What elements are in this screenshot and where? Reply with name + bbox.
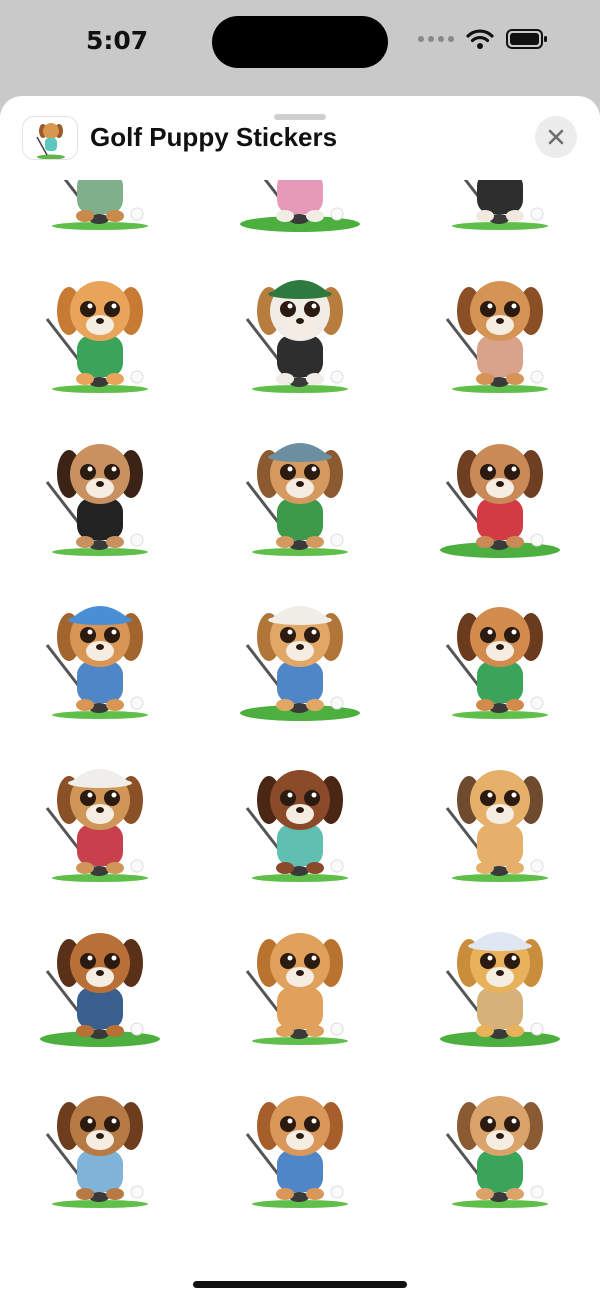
close-button[interactable] <box>535 116 577 158</box>
golf-puppy-sticker-image <box>440 444 560 558</box>
golf-puppy-sticker-image <box>45 281 148 393</box>
sticker-item[interactable] <box>225 412 375 562</box>
golf-puppy-sticker-image <box>245 1096 348 1208</box>
golf-puppy-sticker-image <box>45 1096 148 1208</box>
golf-puppy-sticker-image <box>45 606 148 719</box>
sheet-header: Golf Puppy Stickers <box>0 108 600 180</box>
sticker-item[interactable] <box>25 412 175 562</box>
sticker-item[interactable] <box>25 738 175 888</box>
status-time: 5:07 <box>86 26 149 55</box>
sheet-title: Golf Puppy Stickers <box>90 122 338 152</box>
sticker-item[interactable] <box>425 1064 575 1214</box>
wifi-icon <box>466 29 494 49</box>
sticker-sheet: Golf Puppy Stickers <box>0 96 600 1300</box>
golf-puppy-sticker-image <box>245 770 348 882</box>
sticker-item[interactable] <box>25 901 175 1051</box>
golf-puppy-sticker-image <box>45 444 148 556</box>
sticker-item[interactable] <box>225 901 375 1051</box>
sticker-item[interactable] <box>225 738 375 888</box>
dynamic-island <box>212 16 388 68</box>
sticker-item[interactable] <box>225 575 375 725</box>
status-icons <box>418 28 548 50</box>
golf-puppy-sticker-image <box>245 933 348 1045</box>
battery-icon <box>506 29 547 49</box>
sticker-item[interactable] <box>225 1064 375 1214</box>
close-icon <box>548 129 564 145</box>
sticker-item[interactable] <box>25 249 175 399</box>
sticker-item[interactable] <box>425 412 575 562</box>
golf-puppy-sticker-image <box>240 606 360 721</box>
status-bar: 5:07 <box>0 0 600 90</box>
golf-puppy-sticker-image <box>445 607 548 719</box>
sticker-item[interactable] <box>425 901 575 1051</box>
sticker-item[interactable] <box>425 575 575 725</box>
sticker-item[interactable] <box>25 1064 175 1214</box>
sticker-item[interactable] <box>425 738 575 888</box>
home-indicator[interactable] <box>193 1281 407 1288</box>
golf-puppy-sticker-image <box>445 281 548 393</box>
cellular-dots-icon <box>418 36 454 42</box>
golf-puppy-sticker-image <box>245 280 348 393</box>
golf-puppy-sticker-image <box>45 769 148 882</box>
sticker-item[interactable] <box>225 249 375 399</box>
golf-puppy-sticker-image <box>245 443 348 556</box>
golf-puppy-app-icon <box>22 116 78 160</box>
sticker-item[interactable] <box>25 575 175 725</box>
golf-puppy-sticker-image <box>40 933 160 1047</box>
golf-puppy-sticker-image <box>440 932 560 1047</box>
golf-puppy-sticker-image <box>445 770 548 882</box>
sheet-grabber[interactable] <box>274 114 326 120</box>
sticker-item[interactable] <box>425 249 575 399</box>
golf-puppy-sticker-image <box>445 1096 548 1208</box>
